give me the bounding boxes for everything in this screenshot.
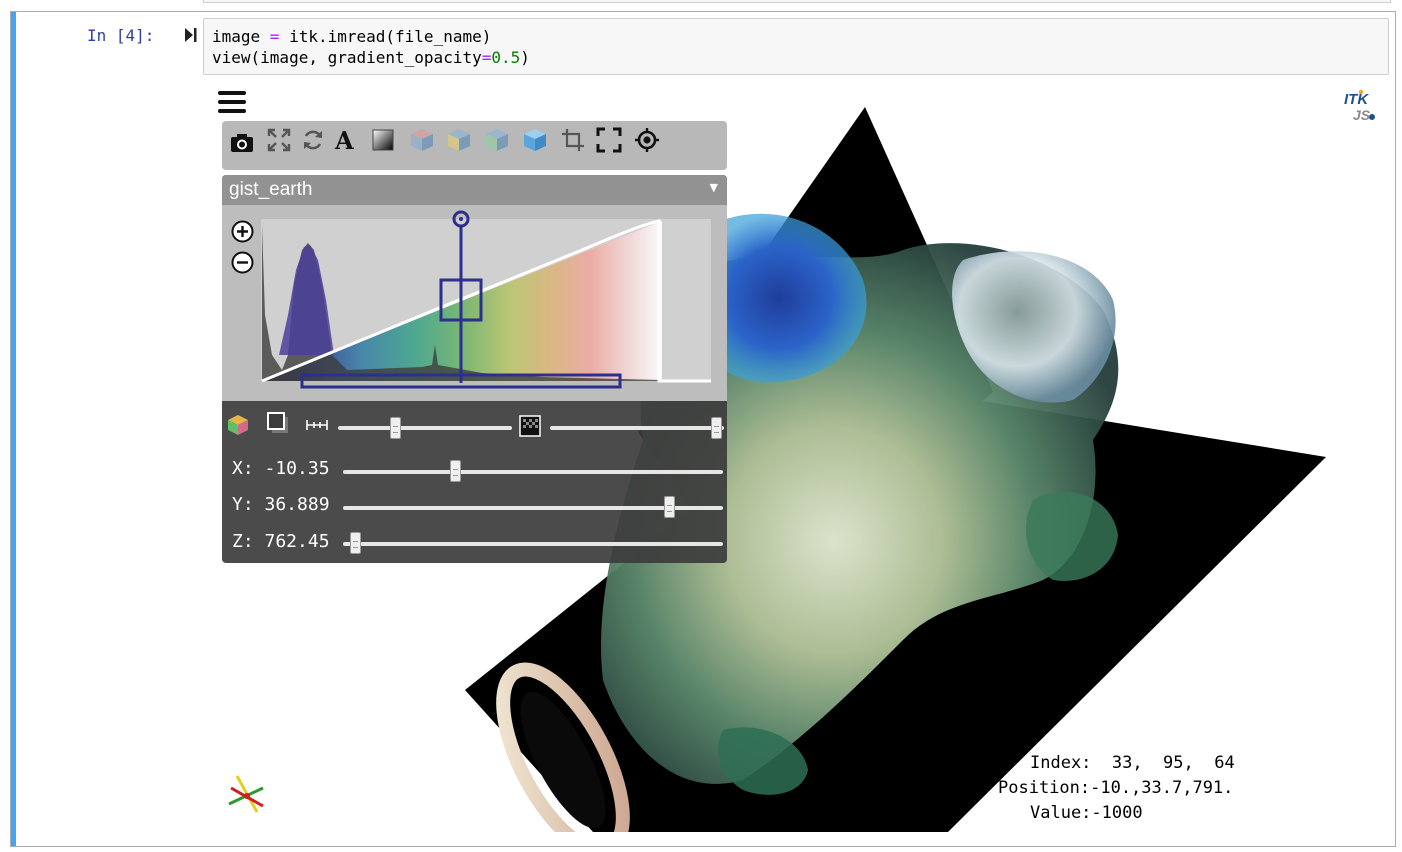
y-slice-label: Y: 36.889	[232, 494, 330, 515]
pick-value: Value:-1000	[1030, 803, 1143, 823]
opacity-checker-icon	[519, 415, 541, 437]
code-text: image = itk.imread(file_name) view(image…	[212, 27, 530, 67]
viewer-toolbar: A	[222, 121, 727, 170]
itk-viewer[interactable]: ITK JS A gist_earth ▼ X: -10.35 Y: 36.88…	[203, 80, 1389, 832]
y-slice-thumb[interactable]	[664, 496, 676, 518]
z-slice-thumb[interactable]	[350, 532, 362, 554]
colormap-value: gist_earth	[229, 179, 313, 200]
view-x-icon[interactable]	[409, 127, 435, 153]
code-input[interactable]: image = itk.imread(file_name) view(image…	[203, 18, 1389, 75]
svg-text:JS: JS	[1353, 107, 1371, 123]
shadow-cube-icon[interactable]	[226, 413, 250, 437]
x-slice-thumb[interactable]	[450, 460, 461, 482]
zoom-out-icon[interactable]	[231, 251, 254, 274]
pick-position: Position:-10.,33.7,791.	[998, 778, 1234, 798]
zoom-in-icon[interactable]	[231, 220, 254, 243]
rotate-icon[interactable]	[300, 127, 326, 153]
view-y-icon[interactable]	[446, 127, 472, 153]
itk-js-logo: ITK JS	[1344, 89, 1375, 123]
sample-distance-slider[interactable]	[338, 426, 512, 430]
gradient-icon[interactable]	[370, 127, 396, 153]
blend-mode-icon[interactable]	[266, 411, 290, 435]
crop-frame-icon[interactable]	[596, 127, 622, 153]
x-slice-label: X: -10.35	[232, 458, 330, 479]
sample-distance-icon	[306, 420, 328, 430]
x-slice-track[interactable]	[343, 470, 723, 474]
colormap-select[interactable]: gist_earth ▼	[222, 175, 727, 205]
view-volume-icon[interactable]	[522, 127, 548, 153]
run-cell-icon[interactable]	[183, 27, 197, 43]
sample-distance-thumb[interactable]	[390, 417, 402, 439]
pick-index: Index: 33, 95, 64	[1030, 753, 1235, 773]
svg-text:ITK: ITK	[1344, 91, 1369, 108]
view-z-icon[interactable]	[484, 127, 510, 153]
orientation-axes	[228, 775, 264, 813]
blend-slider[interactable]	[550, 426, 724, 430]
reset-crop-icon[interactable]	[634, 127, 660, 153]
camera-icon[interactable]	[229, 130, 255, 156]
image-controls-panel: gist_earth ▼ X: -10.35 Y: 36.889 Z: 762.…	[222, 175, 727, 563]
crop-icon[interactable]	[560, 127, 586, 153]
menu-toggle-button[interactable]	[218, 91, 246, 115]
z-slice-label: Z: 762.45	[232, 531, 330, 552]
input-prompt: In [4]:	[87, 26, 155, 45]
annotations-text-icon[interactable]: A	[333, 127, 359, 153]
blend-thumb[interactable]	[711, 417, 723, 439]
z-slice-track[interactable]	[343, 542, 723, 546]
previous-cell-bottom	[203, 0, 1391, 3]
svg-text:A: A	[334, 127, 354, 153]
transfer-function-editor[interactable]	[222, 205, 727, 401]
chevron-down-icon: ▼	[709, 181, 718, 194]
rendering-controls	[222, 405, 727, 445]
fullscreen-expand-icon[interactable]	[266, 127, 292, 153]
